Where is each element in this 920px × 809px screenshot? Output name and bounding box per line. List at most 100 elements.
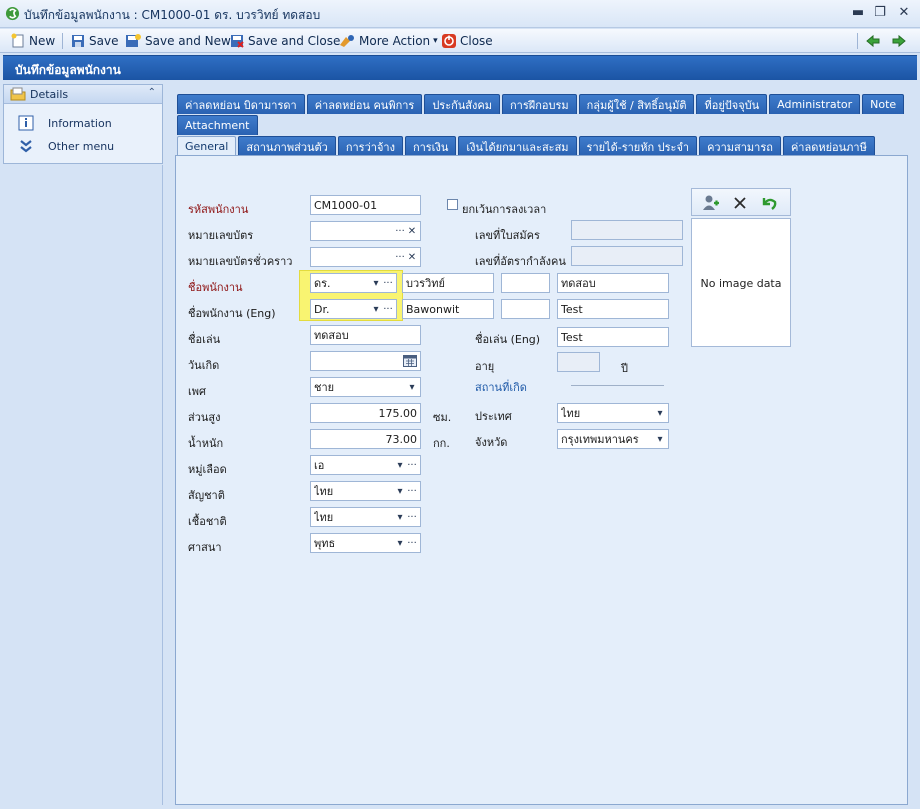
gender-select[interactable]: ชาย ▾ [310,377,421,397]
chevron-down-icon[interactable]: ▾ [406,382,418,393]
card-no-input[interactable]: ··· ✕ [310,221,421,241]
first-name-en-input[interactable]: Bawonwit [402,299,494,319]
nationality-select[interactable]: ไทย ▾ ··· [310,481,421,501]
tab-administrator[interactable]: Administrator [769,94,861,114]
clear-icon[interactable]: ✕ [406,226,418,237]
close-window-button[interactable]: ✕ [895,5,913,21]
window-titlebar: บันทึกข้อมูลพนักงาน : CM1000-01 ดร. บวรว… [0,0,920,28]
add-photo-icon[interactable] [702,194,720,212]
weight-input[interactable]: 73.00 [310,429,421,449]
tab-employment[interactable]: การว่าจ้าง [337,136,403,156]
ellipsis-icon[interactable]: ··· [394,252,406,263]
middle-name-th-input[interactable] [501,273,550,293]
nav-item-label: Other menu [48,139,115,153]
tab-row-1: ค่าลดหย่อน บิดามารดา ค่าลดหย่อน คนพิการ … [177,94,906,114]
tab-note[interactable]: Note [862,94,905,114]
calendar-icon[interactable] [403,355,417,367]
tab-training[interactable]: การฝึกอบรม [502,94,577,114]
ellipsis-icon[interactable]: ··· [406,460,418,471]
temp-card-input[interactable]: ··· ✕ [310,247,421,267]
tab-finance[interactable]: การเงิน [404,136,457,156]
age-input[interactable] [557,352,600,372]
birthdate-input[interactable] [310,351,421,371]
last-name-th-input[interactable]: ทดสอบ [557,273,669,293]
birthplace-label: สถานที่เกิด [475,381,527,394]
delete-photo-icon[interactable] [732,195,748,211]
temp-card-label: หมายเลขบัตรชั่วคราว [188,255,293,268]
chevron-down-icon[interactable]: ▾ [394,512,406,523]
chevron-down-icon[interactable]: ▾ [394,460,406,471]
tab-general[interactable]: General [177,136,237,156]
chevron-down-icon[interactable]: ▾ [370,278,382,289]
tab-personal-status[interactable]: สถานภาพส่วนตัว [238,136,336,156]
tab-current-address[interactable]: ที่อยู่ปัจจุบัน [696,94,768,114]
nickname-en-input[interactable]: Test [557,327,669,347]
exempt-time-checkbox[interactable] [447,199,458,210]
chevron-down-icon[interactable]: ▾ [654,408,666,419]
restore-button[interactable]: ❐ [871,5,889,21]
details-panel-header[interactable]: Details ⌃ [4,85,162,104]
race-select[interactable]: ไทย ▾ ··· [310,507,421,527]
ellipsis-icon[interactable]: ··· [406,538,418,549]
photo-box[interactable]: No image data [691,218,791,347]
ellipsis-icon[interactable]: ··· [406,512,418,523]
nationality-label: สัญชาติ [188,489,225,502]
blood-type-select[interactable]: เอ ▾ ··· [310,455,421,475]
minimize-button[interactable]: ▬ [849,5,867,21]
forward-arrow-icon[interactable] [891,33,907,49]
back-arrow-icon[interactable] [865,33,881,49]
tab-disabled-deduction[interactable]: ค่าลดหย่อน คนพิการ [306,94,423,114]
race-label: เชื้อชาติ [188,515,227,528]
save-and-close-button[interactable]: Save and Close [229,32,340,50]
application-no-input[interactable] [571,220,683,240]
form-header: บันทึกข้อมูลพนักงาน [3,55,917,80]
save-button[interactable]: Save [70,32,118,50]
tab-skills[interactable]: ความสามารถ [699,136,781,156]
chevron-down-icon[interactable]: ▾ [654,434,666,445]
nickname-input[interactable]: ทดสอบ [310,325,421,345]
religion-select[interactable]: พุทธ ▾ ··· [310,533,421,553]
tab-social-security[interactable]: ประกันสังคม [424,94,501,114]
no-image-text: No image data [700,277,782,290]
tab-carried-income[interactable]: เงินได้ยกมาและสะสม [458,136,577,156]
province-select[interactable]: กรุงเทพมหานคร ▾ [557,429,669,449]
manpower-no-input[interactable] [571,246,683,266]
tab-attachment[interactable]: Attachment [177,115,258,135]
name-en-label: ชื่อพนักงาน (Eng) [188,307,276,320]
birthplace-divider [571,385,664,386]
nav-item-other-menu[interactable]: Other menu [18,137,114,155]
province-label: จังหวัด [475,436,508,449]
prefix-th-select[interactable]: ดร. ▾ ··· [310,273,397,293]
new-button[interactable]: New [10,32,55,50]
middle-name-en-input[interactable] [501,299,550,319]
tab-tax-deduction[interactable]: ค่าลดหย่อนภาษี [782,136,875,156]
chevron-down-icon[interactable]: ▾ [394,538,406,549]
employee-code-input[interactable]: CM1000-01 [310,195,421,215]
ellipsis-icon[interactable]: ··· [382,278,394,289]
ellipsis-icon[interactable]: ··· [394,226,406,237]
undo-icon[interactable] [760,194,778,212]
tab-parent-deduction[interactable]: ค่าลดหย่อน บิดามารดา [177,94,305,114]
height-input[interactable]: 175.00 [310,403,421,423]
ellipsis-icon[interactable]: ··· [382,304,394,315]
manpower-no-label: เลขที่อัตรากำลังคน [475,255,566,268]
tab-recurring-income[interactable]: รายได้-รายหัก ประจำ [578,136,698,156]
height-unit: ซม. [433,411,452,424]
country-select[interactable]: ไทย ▾ [557,403,669,423]
nav-item-information[interactable]: Information [18,114,112,132]
save-close-icon [231,35,244,48]
tab-user-groups[interactable]: กลุ่มผู้ใช้ / สิทธิ์อนุมัติ [578,94,695,114]
age-unit: ปี [621,362,628,375]
clear-icon[interactable]: ✕ [406,252,418,263]
save-and-new-button[interactable]: Save and New [124,32,231,50]
more-action-button[interactable]: More Action ▾ [338,32,438,50]
ellipsis-icon[interactable]: ··· [406,486,418,497]
close-button[interactable]: Close [441,32,493,50]
last-name-en-input[interactable]: Test [557,299,669,319]
collapse-icon[interactable]: ⌃ [148,87,156,98]
first-name-th-input[interactable]: บวรวิทย์ [402,273,494,293]
prefix-en-select[interactable]: Dr. ▾ ··· [310,299,397,319]
gender-label: เพศ [188,385,206,398]
chevron-down-icon[interactable]: ▾ [394,486,406,497]
chevron-down-icon[interactable]: ▾ [370,304,382,315]
